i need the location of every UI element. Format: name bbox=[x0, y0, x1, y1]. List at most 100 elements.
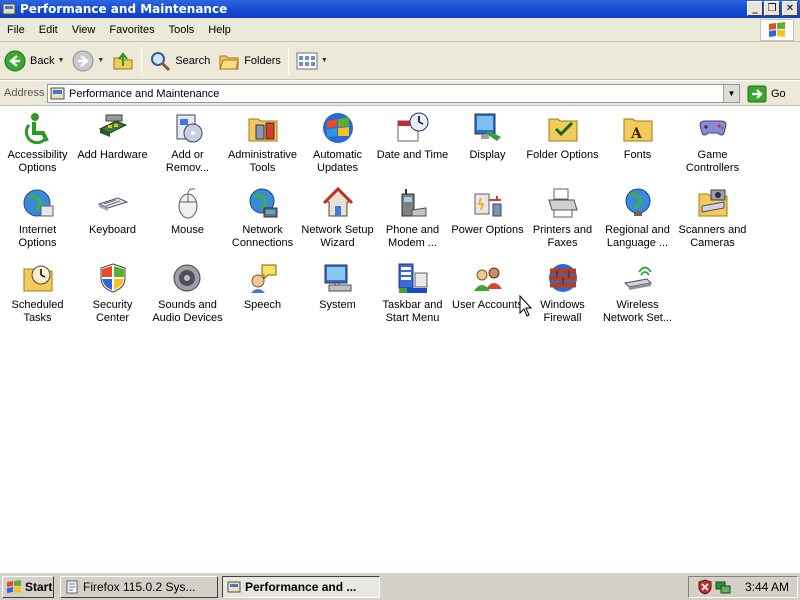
network-tray-icon[interactable] bbox=[715, 579, 731, 595]
item-user-accounts[interactable]: User Accounts bbox=[450, 259, 525, 331]
menu-file[interactable]: File bbox=[0, 24, 32, 36]
wireless-network-icon bbox=[623, 266, 652, 290]
control-panel-icon bbox=[50, 87, 65, 99]
clock[interactable]: 3:44 AM bbox=[745, 580, 789, 594]
forward-arrow-icon bbox=[72, 50, 94, 71]
fonts-icon: A bbox=[623, 118, 652, 142]
date-time-icon bbox=[397, 112, 428, 142]
item-date-and-time[interactable]: Date and Time bbox=[375, 109, 450, 181]
network-connections-icon bbox=[249, 188, 277, 218]
internet-options-icon bbox=[23, 189, 53, 217]
add-hardware-icon bbox=[98, 114, 127, 137]
address-bar: Address Performance and Maintenance ▼ Go bbox=[0, 81, 800, 106]
control-panel-icon bbox=[227, 581, 241, 593]
menu-bar: File Edit View Favorites Tools Help bbox=[0, 18, 800, 42]
go-arrow-icon bbox=[747, 85, 767, 102]
minimize-button[interactable]: _ bbox=[747, 1, 763, 16]
title-bar: Performance and Maintenance _ ❐ ✕ bbox=[0, 0, 800, 18]
start-label: Start bbox=[25, 580, 53, 594]
security-center-icon bbox=[100, 263, 125, 293]
sounds-audio-icon bbox=[173, 264, 200, 292]
phone-modem-icon bbox=[401, 189, 426, 217]
folders-button[interactable]: Folders bbox=[214, 46, 285, 76]
menu-help[interactable]: Help bbox=[201, 24, 238, 36]
close-button[interactable]: ✕ bbox=[782, 1, 798, 16]
automatic-updates-icon bbox=[322, 113, 353, 143]
menu-edit[interactable]: Edit bbox=[32, 24, 65, 36]
item-accessibility-options[interactable]: Accessibility Options bbox=[0, 109, 75, 181]
item-wireless-network-setup[interactable]: Wireless Network Set... bbox=[600, 259, 675, 331]
menu-view[interactable]: View bbox=[65, 24, 103, 36]
windows-logo-icon bbox=[7, 580, 21, 593]
regional-language-icon bbox=[625, 188, 650, 216]
forward-button[interactable]: ▼ bbox=[68, 46, 108, 76]
item-system[interactable]: System bbox=[300, 259, 375, 331]
back-button[interactable]: Back ▼ bbox=[0, 46, 68, 76]
item-security-center[interactable]: Security Center bbox=[75, 259, 150, 331]
speech-icon bbox=[250, 264, 276, 293]
menu-tools[interactable]: Tools bbox=[162, 24, 202, 36]
windows-logo-icon bbox=[760, 19, 794, 41]
address-dropdown-button[interactable]: ▼ bbox=[723, 85, 739, 102]
display-icon bbox=[474, 113, 501, 141]
item-power-options[interactable]: Power Options bbox=[450, 184, 525, 256]
printers-faxes-icon bbox=[547, 188, 578, 218]
taskbar-start-menu-icon bbox=[398, 263, 427, 293]
item-display[interactable]: Display bbox=[450, 109, 525, 181]
item-internet-options[interactable]: Internet Options bbox=[0, 184, 75, 256]
taskbar-item-performance[interactable]: Performance and ... bbox=[222, 576, 380, 598]
item-windows-firewall[interactable]: Windows Firewall bbox=[525, 259, 600, 331]
system-tray: 3:44 AM bbox=[688, 576, 798, 598]
item-network-connections[interactable]: Network Connections bbox=[225, 184, 300, 256]
accessibility-icon bbox=[24, 113, 49, 145]
toolbar-divider bbox=[287, 46, 289, 75]
item-printers-and-faxes[interactable]: Printers and Faxes bbox=[525, 184, 600, 256]
taskbar: Start Firefox 115.0.2 Sys... Performance… bbox=[0, 572, 800, 600]
item-phone-and-modem[interactable]: Phone and Modem ... bbox=[375, 184, 450, 256]
control-panel-icon[interactable] bbox=[2, 2, 16, 16]
chevron-down-icon[interactable]: ▼ bbox=[57, 57, 64, 64]
system-icon bbox=[324, 264, 351, 292]
item-automatic-updates[interactable]: Automatic Updates bbox=[300, 109, 375, 181]
item-mouse[interactable]: Mouse bbox=[150, 184, 225, 256]
scanners-cameras-icon bbox=[698, 189, 727, 217]
folder-options-icon bbox=[548, 118, 577, 142]
item-administrative-tools[interactable]: Administrative Tools bbox=[225, 109, 300, 181]
address-label: Address bbox=[4, 87, 45, 99]
window-title: Performance and Maintenance bbox=[20, 2, 228, 16]
go-button[interactable]: Go bbox=[747, 84, 786, 103]
address-input[interactable]: Performance and Maintenance ▼ bbox=[47, 84, 740, 103]
item-add-or-remove-programs[interactable]: Add or Remov... bbox=[150, 109, 225, 181]
address-value: Performance and Maintenance bbox=[69, 87, 220, 100]
item-network-setup-wizard[interactable]: Network Setup Wizard bbox=[300, 184, 375, 256]
item-speech[interactable]: Speech bbox=[225, 259, 300, 331]
views-icon bbox=[296, 52, 318, 69]
toolbar-divider bbox=[141, 46, 143, 75]
folders-icon bbox=[219, 55, 239, 69]
item-add-hardware[interactable]: Add Hardware bbox=[75, 109, 150, 181]
item-sounds-and-audio-devices[interactable]: Sounds and Audio Devices bbox=[150, 259, 225, 331]
menu-favorites[interactable]: Favorites bbox=[102, 24, 161, 36]
mouse-icon bbox=[178, 188, 197, 219]
security-shield-icon[interactable] bbox=[697, 579, 713, 595]
restore-button[interactable]: ❐ bbox=[764, 1, 780, 16]
item-keyboard[interactable]: Keyboard bbox=[75, 184, 150, 256]
user-accounts-icon bbox=[473, 267, 502, 291]
item-regional-and-language[interactable]: Regional and Language ... bbox=[600, 184, 675, 256]
chevron-down-icon[interactable]: ▼ bbox=[97, 57, 104, 64]
up-folder-button[interactable] bbox=[108, 46, 138, 76]
start-button[interactable]: Start bbox=[2, 576, 54, 598]
item-game-controllers[interactable]: Game Controllers bbox=[675, 109, 750, 181]
search-icon bbox=[151, 51, 171, 71]
item-fonts[interactable]: A Fonts bbox=[600, 109, 675, 181]
power-options-icon bbox=[474, 193, 501, 217]
item-taskbar-and-start-menu[interactable]: Taskbar and Start Menu bbox=[375, 259, 450, 331]
taskbar-item-firefox[interactable]: Firefox 115.0.2 Sys... bbox=[60, 576, 218, 598]
chevron-down-icon[interactable]: ▼ bbox=[321, 57, 328, 64]
item-scheduled-tasks[interactable]: Scheduled Tasks bbox=[0, 259, 75, 331]
keyboard-icon bbox=[97, 197, 128, 211]
item-folder-options[interactable]: Folder Options bbox=[525, 109, 600, 181]
views-button[interactable]: ▼ bbox=[292, 46, 332, 76]
search-button[interactable]: Search bbox=[145, 46, 214, 76]
item-scanners-and-cameras[interactable]: Scanners and Cameras bbox=[675, 184, 750, 256]
